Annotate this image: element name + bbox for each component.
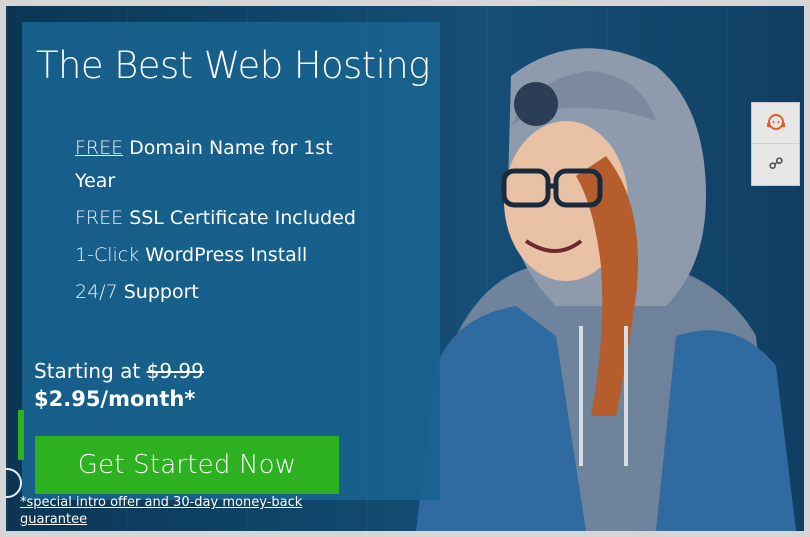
hero-photo: [416, 36, 796, 531]
feature-list: FREE Domain Name for 1st Year FREE SSL C…: [75, 132, 375, 313]
feature-item-ssl: FREE SSL Certificate Included: [75, 202, 375, 235]
feature-ssl-free: FREE: [75, 207, 130, 229]
side-help-widget: [751, 102, 800, 186]
starting-prefix: Starting at: [34, 359, 147, 383]
feature-item-wordpress: 1-Click WordPress Install: [75, 239, 375, 272]
link-button[interactable]: [752, 144, 799, 184]
get-started-button[interactable]: Get Started Now: [35, 436, 339, 494]
feature-domain-free[interactable]: FREE: [75, 137, 123, 159]
hero-frame: The Best Web Hosting FREE Domain Name fo…: [6, 6, 804, 531]
feature-support-text: Support: [123, 281, 199, 303]
starting-price-line: Starting at $9.99: [34, 359, 204, 383]
hero-person-illustration: [416, 48, 796, 531]
feature-item-domain: FREE Domain Name for 1st Year: [75, 132, 375, 198]
edge-accent-bar: [18, 410, 24, 460]
feature-item-support: 24/7 Support: [75, 276, 375, 309]
link-icon: [768, 157, 783, 169]
promo-panel: The Best Web Hosting FREE Domain Name fo…: [22, 22, 440, 500]
old-price: $9.99: [146, 359, 204, 383]
feature-support-prefix: 24/7: [75, 281, 124, 303]
current-price: $2.95/month*: [34, 387, 196, 411]
hero-headline: The Best Web Hosting: [36, 44, 430, 87]
guarantee-link[interactable]: *special intro offer and 30-day money-ba…: [20, 494, 320, 528]
feature-wp-prefix: 1-Click: [75, 244, 146, 266]
support-agent-icon: [766, 114, 785, 130]
support-agent-button[interactable]: [752, 103, 799, 144]
feature-ssl-text: SSL Certificate Included: [129, 207, 356, 229]
feature-wp-text: WordPress Install: [145, 244, 308, 266]
